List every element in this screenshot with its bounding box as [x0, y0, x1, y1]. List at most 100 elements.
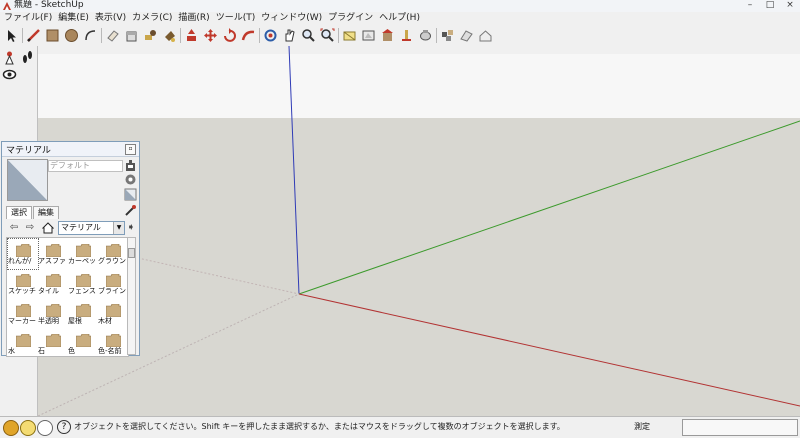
default-material-icon[interactable] — [124, 188, 137, 201]
component-icon[interactable] — [439, 27, 456, 44]
zoom-extents-icon[interactable] — [319, 27, 336, 44]
status-hint: オブジェクトを選択してください。Shift キーを押したまま選択するか、またはマ… — [74, 422, 565, 431]
paint-bucket-icon[interactable] — [123, 27, 140, 44]
material-folder-item[interactable]: 色-名前 — [98, 329, 128, 356]
extension-icon[interactable] — [398, 27, 415, 44]
material-folder-item[interactable]: れんが/ — [7, 238, 39, 270]
follow-me-icon[interactable] — [240, 27, 257, 44]
eraser-icon[interactable] — [104, 27, 121, 44]
paint-bucket-2-icon[interactable] — [161, 27, 178, 44]
menu-edit[interactable]: 編集(E) — [54, 12, 91, 25]
measurements-box[interactable] — [682, 419, 798, 436]
house-icon[interactable] — [477, 27, 494, 44]
display-secondary-pane-icon[interactable] — [124, 173, 137, 186]
materials-panel: マテリアル ▫ デフォルト 選択 編集 ⇦ ⇨ マテリアル ▼ ➧ れんが/アス… — [1, 141, 140, 357]
material-folder-label: アスファ — [38, 257, 66, 265]
rectangle-icon[interactable] — [44, 27, 61, 44]
tab-select[interactable]: 選択 — [6, 206, 32, 219]
menu-tools[interactable]: ツール(T) — [212, 12, 258, 25]
material-folder-item[interactable]: 屋根 — [68, 299, 98, 329]
material-folder-item[interactable]: 石 — [38, 329, 68, 356]
eyedropper-icon[interactable] — [124, 204, 137, 217]
material-folder-item[interactable]: 色 — [68, 329, 98, 356]
back-arrow-icon[interactable]: ⇦ — [8, 222, 20, 234]
chevron-down-icon[interactable]: ▼ — [113, 222, 124, 234]
footprints-icon[interactable] — [19, 49, 36, 66]
material-folder-item[interactable]: スケッチ — [8, 269, 38, 299]
details-arrow-icon[interactable]: ➧ — [125, 222, 137, 234]
look-around-icon[interactable] — [1, 66, 18, 83]
material-folder-item[interactable]: フェンス — [68, 269, 98, 299]
sky — [38, 46, 800, 118]
section-icon[interactable] — [341, 27, 358, 44]
material-folder-label: スケッチ — [8, 287, 36, 295]
material-folder-item[interactable]: 木材 — [98, 299, 128, 329]
pan-icon[interactable] — [281, 27, 298, 44]
material-folder-item[interactable]: タイル — [38, 269, 68, 299]
position-camera-icon[interactable] — [1, 49, 18, 66]
material-folder-label: 石 — [38, 347, 45, 355]
modeling-viewport[interactable] — [38, 46, 800, 416]
folder-icon — [76, 274, 91, 287]
move-icon[interactable] — [202, 27, 219, 44]
circle-icon[interactable] — [63, 27, 80, 44]
menu-view[interactable]: 表示(V) — [91, 12, 128, 25]
forward-arrow-icon[interactable]: ⇨ — [24, 222, 36, 234]
material-folder-label: タイル — [38, 287, 59, 295]
credits-icon[interactable] — [20, 420, 36, 436]
material-folder-item[interactable]: カーペット — [68, 239, 98, 269]
menu-help[interactable]: ヘルプ(H) — [375, 12, 422, 25]
material-folder-label: マーカー — [8, 317, 36, 325]
collection-dropdown[interactable]: マテリアル ▼ — [58, 221, 125, 235]
create-material-icon[interactable] — [124, 159, 137, 172]
material-folder-label: グラウンド — [98, 257, 128, 265]
user-icon[interactable] — [37, 420, 53, 436]
folder-icon — [16, 244, 31, 257]
menu-window[interactable]: ウィンドウ(W) — [257, 12, 324, 25]
pencil-icon[interactable] — [25, 27, 42, 44]
views-icon[interactable] — [360, 27, 377, 44]
help-icon[interactable]: ? — [57, 420, 71, 434]
menu-bar: ファイル(F) 編集(E) 表示(V) カメラ(C) 描画(R) ツール(T) … — [0, 12, 800, 25]
menu-plugins[interactable]: プラグイン — [324, 12, 375, 25]
minimize-button[interactable]: – — [744, 0, 756, 12]
material-folder-item[interactable]: ブラインド — [98, 269, 128, 299]
material-folder-label: 半透明 — [38, 317, 59, 325]
panel-collapse-button[interactable]: ▫ — [125, 144, 136, 155]
material-folder-item[interactable]: マーカー — [8, 299, 38, 329]
material-grid-scrollbar[interactable] — [127, 237, 136, 355]
material-folder-label: れんが/ — [8, 257, 32, 265]
status-bar: ? オブジェクトを選択してください。Shift キーを押したまま選択するか、また… — [0, 416, 800, 438]
orbit-icon[interactable] — [262, 27, 279, 44]
push-pull-icon[interactable] — [183, 27, 200, 44]
folder-icon — [106, 304, 121, 317]
style-icon[interactable] — [458, 27, 475, 44]
close-button[interactable]: × — [784, 0, 796, 12]
geo-location-icon[interactable] — [3, 420, 19, 436]
folder-icon — [76, 334, 91, 347]
material-folder-item[interactable]: アスファ — [38, 239, 68, 269]
maximize-button[interactable]: □ — [764, 0, 776, 12]
material-folder-label: 屋根 — [68, 317, 82, 325]
material-folder-item[interactable]: 水 — [8, 329, 38, 356]
select-icon[interactable] — [3, 27, 20, 44]
tab-edit[interactable]: 編集 — [33, 206, 59, 219]
walk-icon[interactable] — [417, 27, 434, 44]
warehouse-icon[interactable] — [379, 27, 396, 44]
folder-icon — [46, 304, 61, 317]
menu-file[interactable]: ファイル(F) — [0, 12, 54, 25]
folder-icon — [46, 274, 61, 287]
menu-camera[interactable]: カメラ(C) — [128, 12, 174, 25]
material-folder-item[interactable]: 半透明 — [38, 299, 68, 329]
materials-panel-titlebar[interactable]: マテリアル ▫ — [2, 142, 139, 157]
rotate-icon[interactable] — [221, 27, 238, 44]
arc-icon[interactable] — [82, 27, 99, 44]
menu-draw[interactable]: 描画(R) — [174, 12, 211, 25]
tape-measure-icon[interactable] — [142, 27, 159, 44]
folder-icon — [16, 304, 31, 317]
material-folder-item[interactable]: グラウンド — [98, 239, 128, 269]
home-icon[interactable] — [41, 222, 55, 234]
material-name-field[interactable]: デフォルト — [48, 160, 123, 172]
zoom-icon[interactable] — [300, 27, 317, 44]
scrollbar-thumb[interactable] — [128, 248, 135, 258]
